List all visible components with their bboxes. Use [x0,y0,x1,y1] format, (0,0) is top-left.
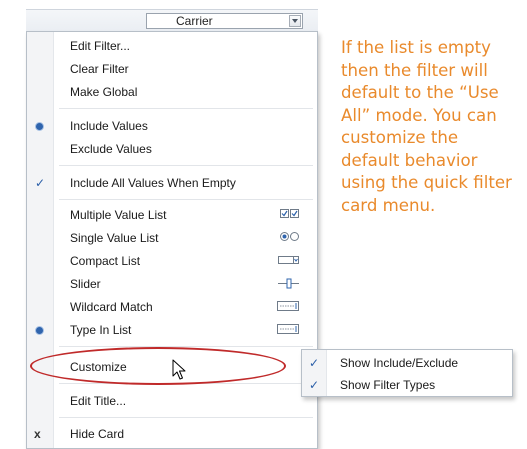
menu-item-label: Customize [70,360,127,374]
customize-submenu: ✓ Show Include/Exclude ✓ Show Filter Typ… [301,349,513,397]
menu-item-include-values[interactable]: Include Values [27,115,317,137]
menu-item-label: Edit Filter... [70,39,131,53]
radio-selected-icon [36,123,43,130]
menu-item-make-global[interactable]: Make Global [27,81,317,103]
multiple-value-list-icon [280,208,299,222]
menu-item-multiple-value-list[interactable]: Multiple Value List [27,204,317,226]
menu-item-clear-filter[interactable]: Clear Filter [27,58,317,80]
carrier-field-label: Carrier [176,14,213,28]
menu-item-label: Edit Title... [70,394,127,408]
menu-item-label: Hide Card [70,427,125,441]
radio-selected-icon [36,327,43,334]
menu-item-label: Slider [70,277,101,291]
menu-item-hide-card[interactable]: x Hide Card [27,423,317,445]
menu-item-label: Compact List [70,254,141,268]
menu-item-label: Wildcard Match [70,300,153,314]
menu-item-include-all-values-when-empty[interactable]: ✓ Include All Values When Empty [27,172,317,194]
menu-item-label: Include Values [70,119,148,133]
menu-item-label: Make Global [70,85,138,99]
checkmark-icon: ✓ [308,356,320,370]
menu-item-single-value-list[interactable]: Single Value List [27,227,317,249]
carrier-field-dropdown[interactable]: Carrier [146,13,303,29]
mouse-pointer-icon [172,359,186,381]
wildcard-match-icon [277,300,299,314]
menu-item-exclude-values[interactable]: Exclude Values [27,138,317,160]
menu-item-edit-title[interactable]: Edit Title... [27,390,317,412]
menu-item-label: Clear Filter [70,62,129,76]
menu-item-label: Single Value List [70,231,159,245]
menu-separator [59,346,313,347]
menu-item-label: Multiple Value List [70,208,167,222]
menu-item-label: Type In List [70,323,132,337]
menu-item-type-in-list[interactable]: Type In List [27,319,317,341]
checkmark-icon: ✓ [34,176,46,190]
checkmark-icon: ✓ [308,378,320,392]
submenu-item-show-filter-types[interactable]: ✓ Show Filter Types [302,374,512,396]
quick-filter-context-menu: Edit Filter... Clear Filter Make Global … [26,31,318,449]
menu-item-slider[interactable]: Slider [27,273,317,295]
type-in-list-icon [277,323,299,337]
menu-item-wildcard-match[interactable]: Wildcard Match [27,296,317,318]
submenu-item-label: Show Include/Exclude [340,356,459,370]
slider-icon [278,277,299,291]
annotation-text: If the list is empty then the filter wil… [341,38,512,215]
menu-separator [59,383,313,384]
menu-item-edit-filter[interactable]: Edit Filter... [27,35,317,57]
menu-item-label: Include All Values When Empty [70,176,236,190]
chevron-down-icon[interactable] [289,15,301,27]
menu-separator [59,417,313,418]
menu-item-compact-list[interactable]: Compact List [27,250,317,272]
menu-item-label: Exclude Values [70,142,152,156]
submenu-item-show-include-exclude[interactable]: ✓ Show Include/Exclude [302,352,512,374]
single-value-list-icon [280,231,299,245]
menu-separator [59,165,313,166]
submenu-item-label: Show Filter Types [340,378,436,392]
compact-list-icon [278,254,299,268]
menu-separator [59,199,313,200]
menu-separator [59,108,313,109]
x-icon: x [34,427,41,441]
